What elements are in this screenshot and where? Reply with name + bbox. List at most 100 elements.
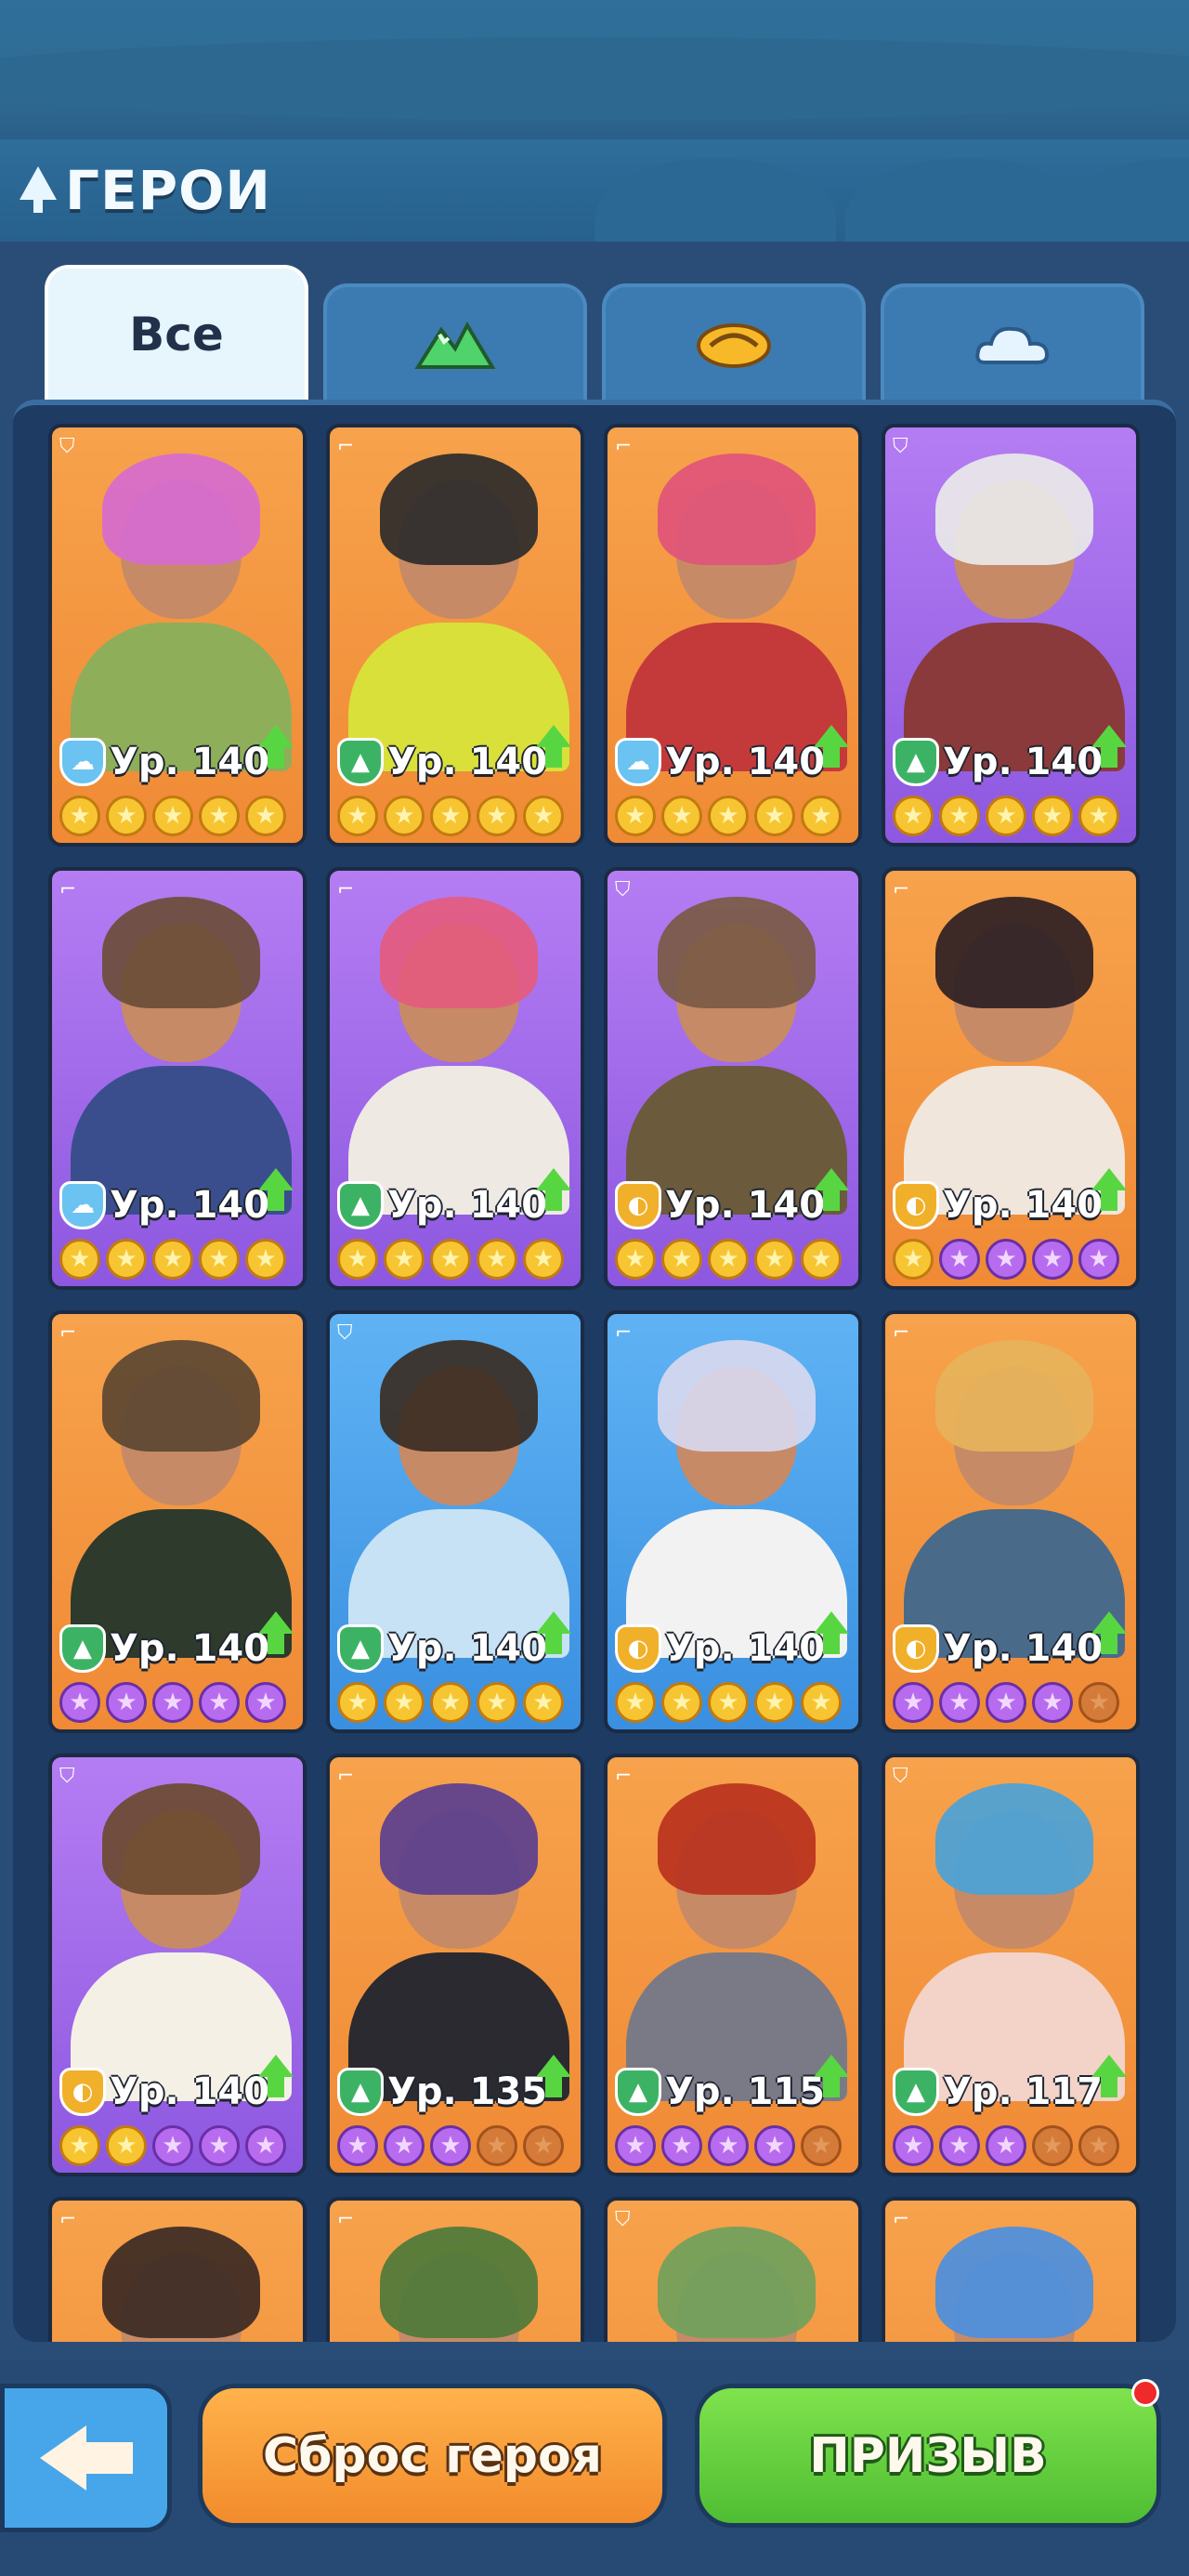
hero-card[interactable]: ⌐ ▲ Ур. 140 <box>326 424 584 847</box>
weapon-type-icon: ⌐ <box>615 435 633 458</box>
reset-hero-button[interactable]: Сброс героя <box>198 2384 667 2528</box>
hero-level-row: ☁ Ур. 140 <box>59 1177 269 1233</box>
star-icon <box>615 1239 656 1280</box>
hero-card[interactable]: ⛉ ◐ Ур. 140 <box>604 867 862 1290</box>
mountain-element-icon: ▲ <box>337 1181 384 1229</box>
star-icon <box>661 2125 702 2166</box>
hero-level-row: ◐ Ур. 140 <box>893 1177 1103 1233</box>
hero-level: Ур. 117 <box>943 2070 1104 2113</box>
upgrade-arrow-icon <box>255 1168 297 1218</box>
hero-level-row: ▲ Ур. 140 <box>59 1621 269 1676</box>
star-icon <box>1032 795 1073 836</box>
star-icon <box>106 1239 147 1280</box>
star-icon <box>199 795 240 836</box>
hero-card[interactable]: ⌐ ◐ Ур. 140 <box>882 867 1140 1290</box>
hero-stars <box>337 795 564 836</box>
hero-card[interactable]: ⌐ ☁ Ур. 140 <box>604 424 862 847</box>
star-icon <box>106 2125 147 2166</box>
star-icon <box>1032 2125 1073 2166</box>
weapon-type-icon: ⌐ <box>59 1321 77 1345</box>
hero-portrait-hair <box>102 453 260 565</box>
filter-tabs: Все <box>45 265 1146 400</box>
hero-card[interactable]: ⌐ ◐ Ур. 140 <box>882 1310 1140 1733</box>
hero-card[interactable]: ⌐ <box>882 2197 1140 2342</box>
cloud-element-icon: ☁ <box>615 738 661 786</box>
hero-portrait-hair <box>102 897 260 1008</box>
back-button[interactable] <box>0 2384 172 2532</box>
hero-stars <box>337 2125 564 2166</box>
hero-card[interactable]: ⌐ ▲ Ур. 115 <box>604 1754 862 2176</box>
star-icon <box>939 1682 980 1723</box>
hero-card[interactable]: ⌐ ▲ Ур. 140 <box>48 1310 307 1733</box>
hero-portrait-hair <box>658 453 816 565</box>
star-icon <box>337 795 378 836</box>
tab-sun[interactable] <box>602 283 866 400</box>
star-icon <box>199 1239 240 1280</box>
hero-portrait-hair <box>658 897 816 1008</box>
hero-card[interactable]: ⛉ ☁ Ур. 140 <box>48 424 307 847</box>
star-icon <box>939 2125 980 2166</box>
star-icon <box>337 2125 378 2166</box>
tab-all[interactable]: Все <box>45 265 308 400</box>
weapon-type-icon: ⌐ <box>337 435 355 458</box>
hero-portrait-hair <box>380 897 538 1008</box>
hero-portrait-hair <box>658 1340 816 1452</box>
star-icon <box>523 795 564 836</box>
summon-button[interactable]: ПРИЗЫВ <box>695 2384 1161 2528</box>
hero-card[interactable]: ⛉ ◐ Ур. 140 <box>48 1754 307 2176</box>
hero-card[interactable]: ⛉ ▲ Ур. 117 <box>882 1754 1140 2176</box>
hero-level: Ур. 140 <box>110 1627 270 1670</box>
upgrade-arrow-icon <box>532 2055 575 2105</box>
cloud-element-icon: ☁ <box>59 738 106 786</box>
star-icon <box>1032 1682 1073 1723</box>
hero-portrait-hair <box>102 1783 260 1895</box>
weapon-type-icon: ⌐ <box>337 2208 355 2231</box>
star-icon <box>430 1239 471 1280</box>
hero-level-row: ▲ Ур. 140 <box>337 1621 547 1676</box>
hero-card[interactable]: ⌐ ◐ Ур. 140 <box>604 1310 862 1733</box>
star-icon <box>152 1239 193 1280</box>
page-title-wrap: ГЕРОИ <box>17 158 271 223</box>
star-icon <box>708 1682 749 1723</box>
mountain-element-icon: ▲ <box>893 2068 939 2116</box>
hero-card[interactable]: ⌐ ☁ Ур. 140 <box>48 867 307 1290</box>
tab-mountain[interactable] <box>323 283 587 400</box>
hero-card[interactable]: ⛉ ▲ Ур. 140 <box>882 424 1140 847</box>
upgrade-arrow-icon <box>255 1611 297 1662</box>
hero-stars <box>893 1682 1119 1723</box>
hero-level: Ур. 140 <box>943 741 1104 783</box>
hero-stars <box>59 2125 286 2166</box>
star-icon <box>801 795 842 836</box>
hero-card[interactable]: ⌐ <box>326 2197 584 2342</box>
star-icon <box>523 1239 564 1280</box>
star-icon <box>661 1239 702 1280</box>
mountain-icon <box>414 321 496 369</box>
hero-card[interactable]: ⌐ <box>48 2197 307 2342</box>
star-icon <box>152 2125 193 2166</box>
sun-icon <box>697 322 771 368</box>
hero-stars <box>893 2125 1119 2166</box>
hero-stars <box>337 1239 564 1280</box>
upgrade-arrow-icon <box>810 725 853 775</box>
summon-label: ПРИЗЫВ <box>809 2427 1047 2484</box>
hero-card[interactable]: ⌐ ▲ Ур. 140 <box>326 867 584 1290</box>
cloud-icon <box>975 326 1050 364</box>
hero-stars <box>337 1682 564 1723</box>
hero-card[interactable]: ⌐ ▲ Ур. 135 <box>326 1754 584 2176</box>
hero-portrait-hair <box>935 453 1093 565</box>
weapon-type-icon: ⛉ <box>893 1765 908 1788</box>
star-icon <box>59 1682 100 1723</box>
hero-portrait-hair <box>380 1340 538 1452</box>
upgrade-arrow-icon <box>1088 725 1130 775</box>
hero-stars <box>59 1239 286 1280</box>
star-icon <box>661 1682 702 1723</box>
star-icon <box>939 1239 980 1280</box>
hero-portrait-hair <box>935 897 1093 1008</box>
hero-card[interactable]: ⛉ <box>604 2197 862 2342</box>
hero-stars <box>615 1682 842 1723</box>
tab-cloud[interactable] <box>881 283 1144 400</box>
hero-level: Ур. 135 <box>387 2070 548 2113</box>
star-icon <box>337 1239 378 1280</box>
hero-card[interactable]: ⛉ ▲ Ур. 140 <box>326 1310 584 1733</box>
weapon-type-icon: ⛉ <box>615 878 631 901</box>
